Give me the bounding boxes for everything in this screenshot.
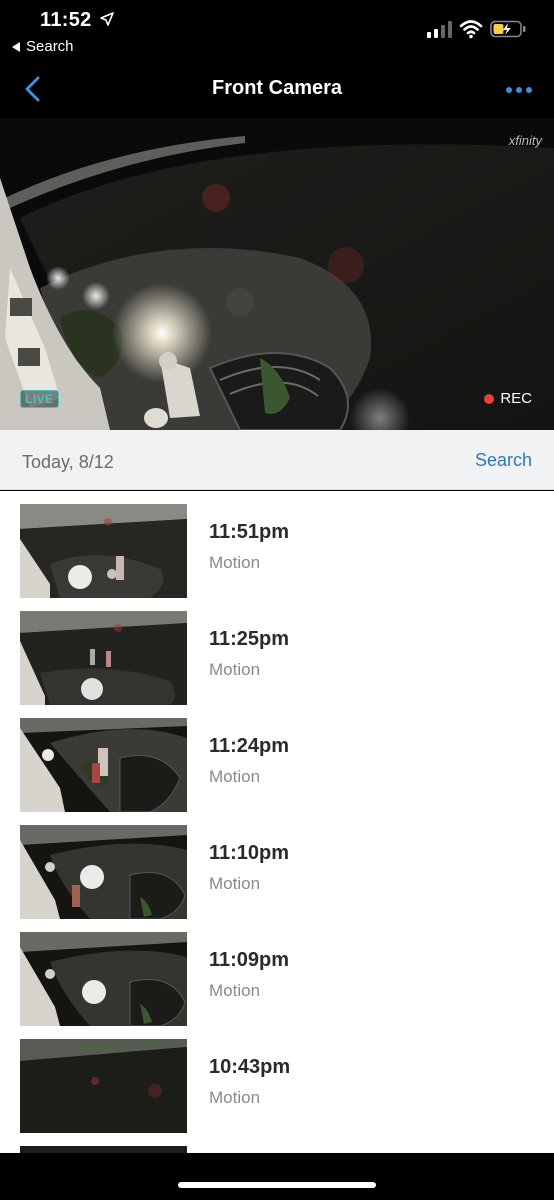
event-type: Motion: [209, 767, 261, 786]
event-time: 11:51pm: [209, 521, 290, 543]
back-app-label: Search: [26, 38, 74, 55]
more-options-icon[interactable]: [504, 80, 534, 100]
event-time: 11:10pm: [209, 842, 290, 864]
recording-indicator: REC: [484, 390, 532, 407]
rec-dot-icon: [484, 393, 495, 404]
status-time: 11:52: [40, 9, 92, 31]
event-thumbnail: [20, 1146, 187, 1153]
event-time: 11:25pm: [209, 628, 290, 650]
nav-bar: Front Camera: [0, 62, 554, 118]
event-type: Motion: [209, 874, 261, 893]
live-camera-image: [0, 118, 554, 430]
thumbnail-image: [20, 611, 187, 705]
thumbnail-image: [20, 718, 187, 812]
home-indicator-area: [0, 1153, 554, 1200]
event-thumbnail: [20, 611, 187, 705]
search-button[interactable]: Search: [475, 450, 532, 471]
event-thumbnail: [20, 1039, 187, 1133]
date-header: Today, 8/12 Search: [0, 430, 554, 490]
cellular-signal-icon: [427, 21, 452, 38]
battery-charging-icon: [490, 20, 526, 38]
event-type: Motion: [209, 1088, 261, 1107]
event-row[interactable]: 11:24pm Motion: [0, 705, 554, 812]
event-list: 11:51pm Motion 11:25pm Motion 11:24pm Mo…: [0, 491, 554, 1153]
event-time: 10:43pm: [209, 1056, 291, 1078]
live-badge: LIVE: [20, 390, 59, 408]
event-time: 11:24pm: [209, 735, 290, 757]
event-thumbnail: [20, 825, 187, 919]
brand-watermark: xfinity: [508, 133, 542, 148]
event-thumbnail: [20, 718, 187, 812]
event-row[interactable]: 10:43pm Motion: [0, 1026, 554, 1133]
date-label: Today, 8/12: [22, 452, 114, 472]
event-type: Motion: [209, 660, 261, 679]
event-row[interactable]: 11:09pm Motion: [0, 919, 554, 1026]
thumbnail-image: [20, 1039, 187, 1133]
event-time: 11:09pm: [209, 949, 290, 971]
thumbnail-image: [20, 825, 187, 919]
home-indicator[interactable]: [178, 1182, 376, 1188]
event-thumbnail: [20, 932, 187, 1026]
event-row[interactable]: 11:10pm Motion: [0, 812, 554, 919]
live-camera-view[interactable]: xfinity LIVE REC: [0, 118, 554, 430]
event-row[interactable]: 11:51pm Motion: [0, 491, 554, 598]
page-title: Front Camera: [211, 77, 343, 99]
event-type: Motion: [209, 981, 261, 1000]
back-to-app-link[interactable]: Search: [12, 38, 74, 55]
rec-label: REC: [500, 390, 532, 407]
event-thumbnail: [20, 504, 187, 598]
event-row[interactable]: [0, 1133, 554, 1153]
status-bar: 11:52 Search: [0, 0, 554, 62]
event-type: Motion: [209, 553, 261, 572]
event-row[interactable]: 11:25pm Motion: [0, 598, 554, 705]
thumbnail-image: [20, 932, 187, 1026]
thumbnail-image: [20, 504, 187, 598]
back-triangle-icon: [12, 41, 20, 52]
location-arrow-icon: [100, 12, 114, 26]
wifi-icon: [459, 20, 483, 39]
